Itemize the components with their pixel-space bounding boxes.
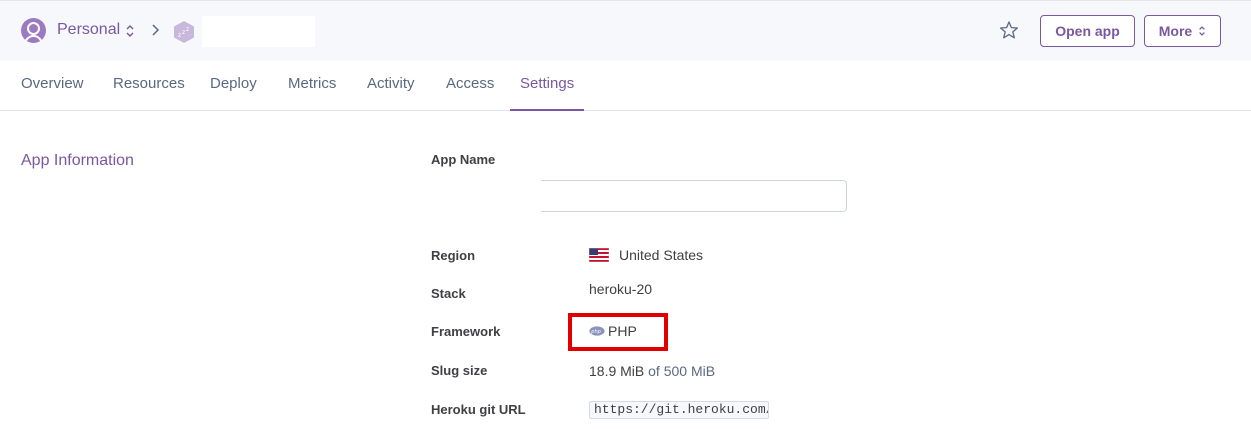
tab-overview[interactable]: Overview bbox=[21, 61, 84, 111]
sleeping-app-icon: z z z bbox=[174, 21, 194, 43]
user-avatar-icon[interactable] bbox=[21, 18, 46, 43]
tab-deploy[interactable]: Deploy bbox=[210, 61, 257, 111]
php-icon: php bbox=[589, 326, 605, 336]
slug-size-limit: of 500 MiB bbox=[648, 363, 716, 379]
region-value: United States bbox=[619, 247, 704, 263]
git-url-label: Heroku git URL bbox=[431, 402, 526, 417]
app-name-breadcrumb[interactable] bbox=[202, 16, 315, 47]
stack-value: heroku-20 bbox=[589, 281, 653, 297]
framework-value: PHP bbox=[608, 323, 637, 339]
more-button[interactable]: More bbox=[1144, 15, 1221, 47]
slug-size-value: 18.9 MiB of 500 MiB bbox=[589, 363, 715, 379]
stack-label: Stack bbox=[431, 286, 466, 301]
open-app-label: Open app bbox=[1055, 23, 1120, 39]
git-url-field[interactable]: https://git.heroku.com/ bbox=[589, 401, 769, 419]
region-label: Region bbox=[431, 248, 476, 263]
app-tabs: Overview Resources Deploy Metrics Activi… bbox=[0, 61, 1251, 111]
star-icon[interactable] bbox=[999, 20, 1019, 40]
slug-size-amount: 18.9 MiB bbox=[589, 363, 645, 379]
more-label: More bbox=[1158, 23, 1193, 39]
app-name-label: App Name bbox=[431, 152, 496, 167]
svg-text:z: z bbox=[182, 29, 185, 36]
tab-resources[interactable]: Resources bbox=[113, 61, 185, 111]
section-title: App Information bbox=[21, 152, 134, 169]
tab-activity[interactable]: Activity bbox=[367, 61, 415, 111]
svg-text:z: z bbox=[186, 26, 189, 33]
svg-text:php: php bbox=[590, 329, 601, 335]
up-down-chevron-icon[interactable] bbox=[125, 24, 135, 38]
up-down-chevron-icon bbox=[1199, 26, 1206, 36]
team-switcher-label[interactable]: Personal bbox=[57, 21, 120, 39]
app-name-input[interactable] bbox=[541, 180, 847, 212]
svg-text:z: z bbox=[178, 32, 181, 39]
slug-size-label: Slug size bbox=[431, 363, 488, 378]
tab-settings[interactable]: Settings bbox=[510, 61, 585, 111]
us-flag-icon bbox=[589, 248, 609, 262]
tab-access[interactable]: Access bbox=[446, 61, 494, 111]
open-app-button[interactable]: Open app bbox=[1040, 15, 1135, 47]
app-header: Personal z z z Open app More bbox=[0, 0, 1251, 61]
chevron-right-icon bbox=[152, 24, 160, 36]
framework-label: Framework bbox=[431, 324, 501, 339]
tab-metrics[interactable]: Metrics bbox=[288, 61, 336, 111]
